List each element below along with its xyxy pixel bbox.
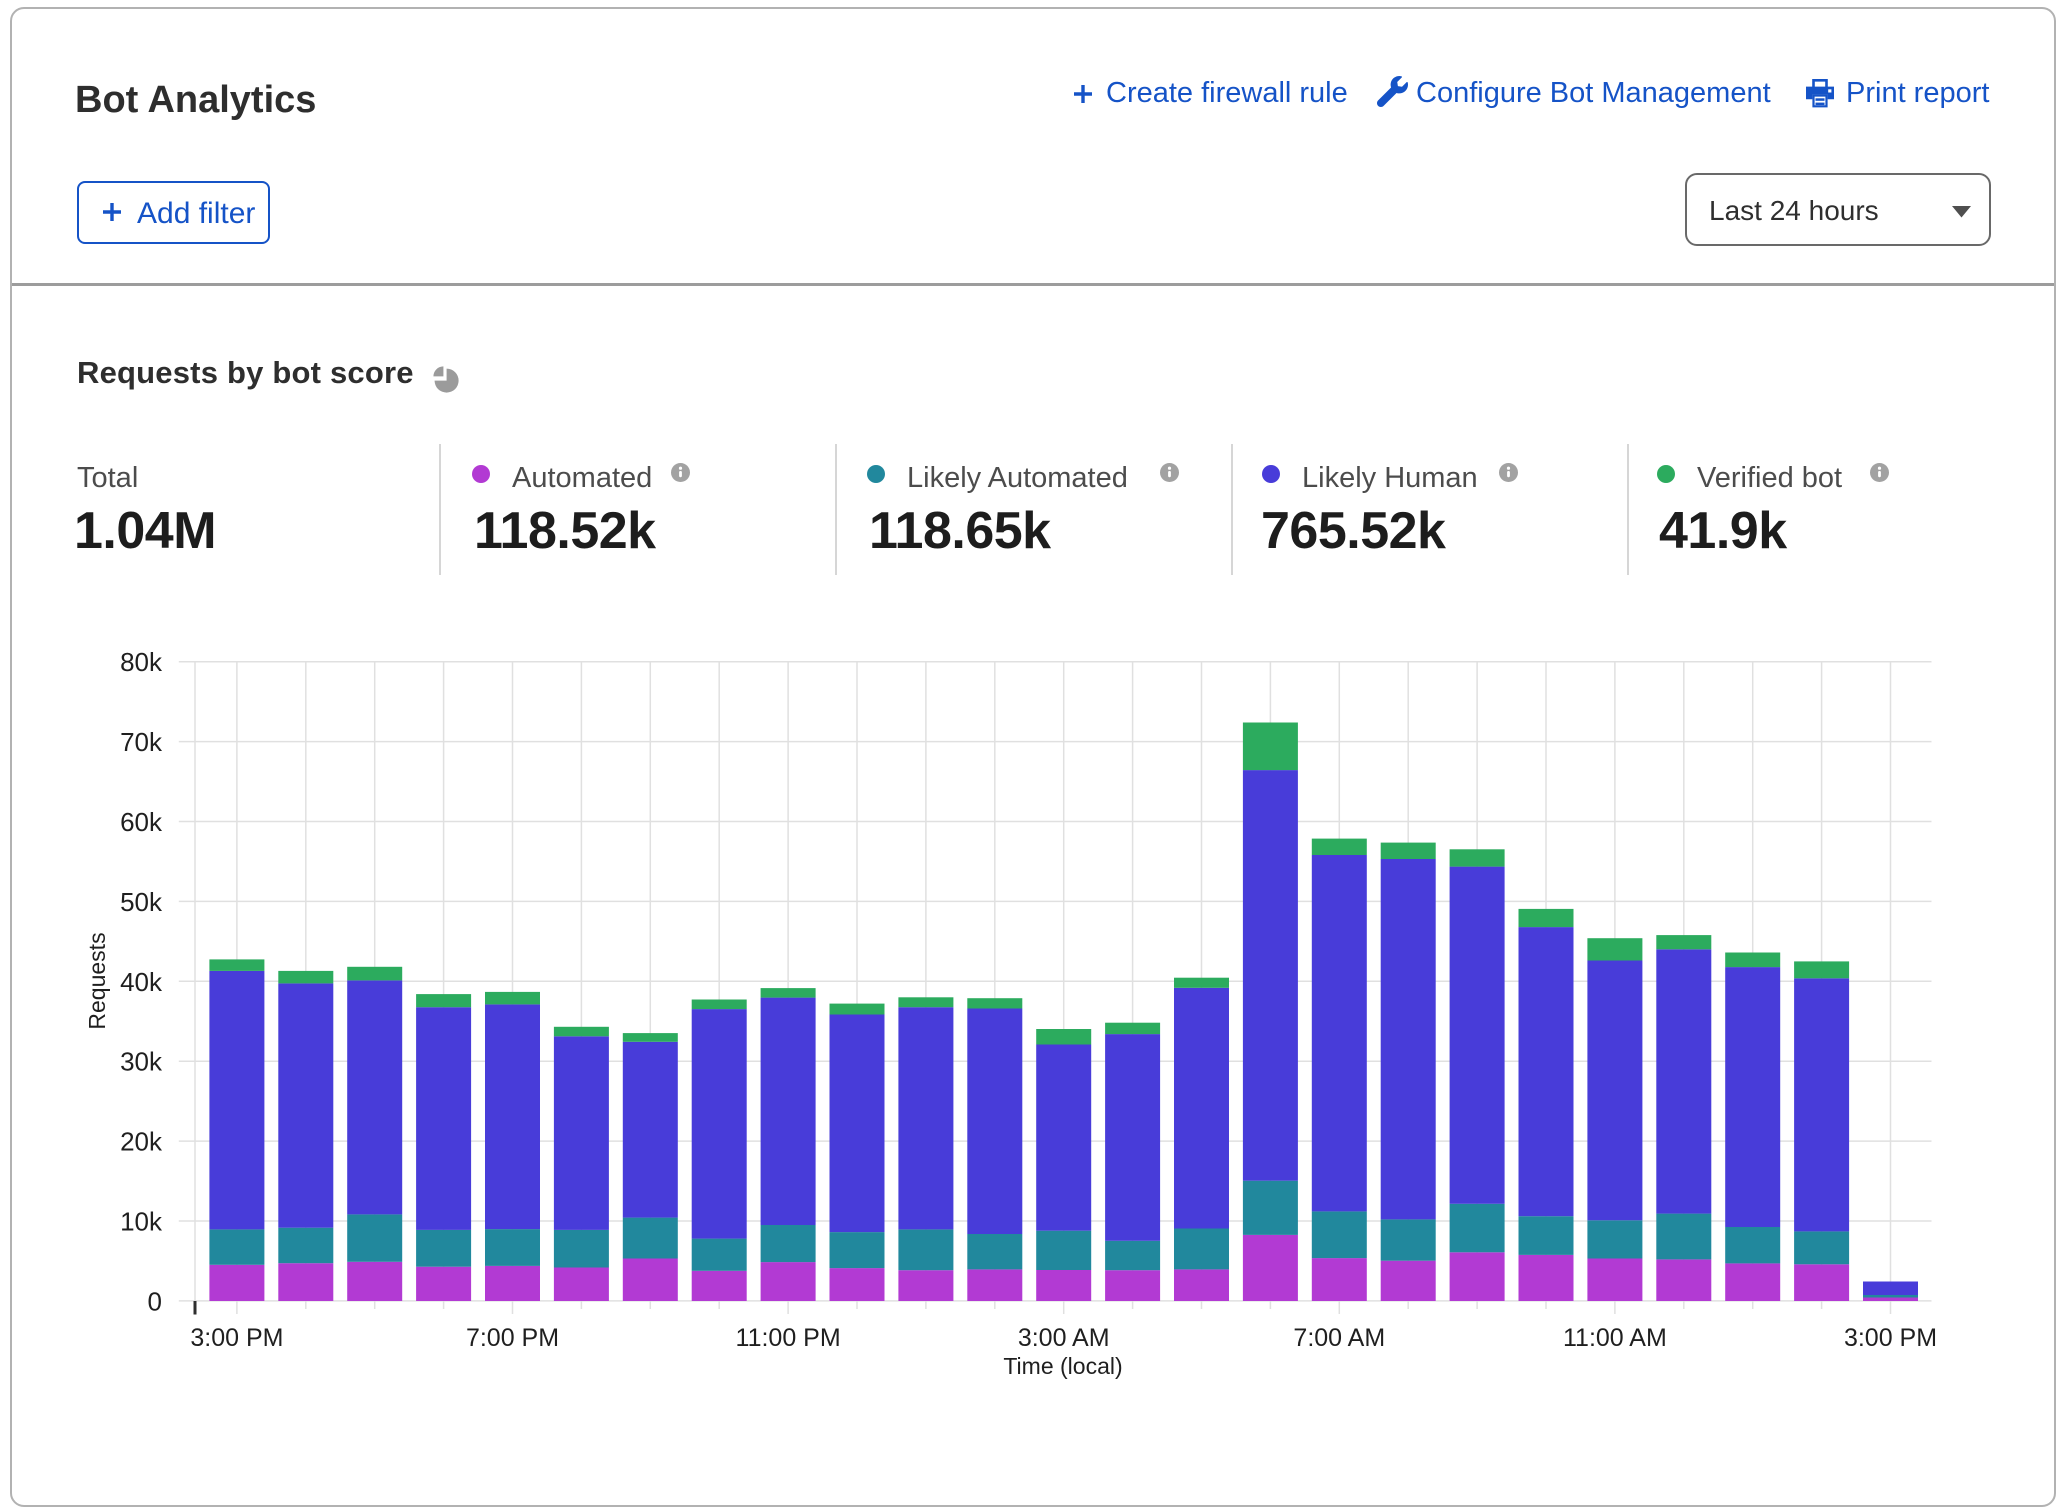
svg-text:20k: 20k: [120, 1127, 163, 1157]
svg-text:30k: 30k: [120, 1047, 163, 1077]
svg-text:11:00 PM: 11:00 PM: [736, 1324, 841, 1352]
svg-text:Time (local): Time (local): [1003, 1353, 1122, 1379]
svg-text:11:00 AM: 11:00 AM: [1563, 1324, 1667, 1352]
svg-text:7:00 AM: 7:00 AM: [1293, 1324, 1385, 1352]
svg-text:3:00 AM: 3:00 AM: [1018, 1324, 1110, 1352]
svg-text:80k: 80k: [120, 647, 163, 677]
svg-text:60k: 60k: [120, 807, 163, 837]
svg-text:Requests: Requests: [84, 932, 110, 1029]
svg-text:50k: 50k: [120, 887, 163, 917]
svg-text:3:00 PM: 3:00 PM: [190, 1324, 283, 1352]
svg-text:7:00 PM: 7:00 PM: [466, 1324, 559, 1352]
svg-text:0: 0: [148, 1286, 162, 1316]
svg-text:70k: 70k: [120, 727, 163, 757]
svg-text:40k: 40k: [120, 967, 163, 997]
svg-text:3:00 PM: 3:00 PM: [1844, 1324, 1937, 1352]
svg-text:10k: 10k: [120, 1207, 163, 1237]
